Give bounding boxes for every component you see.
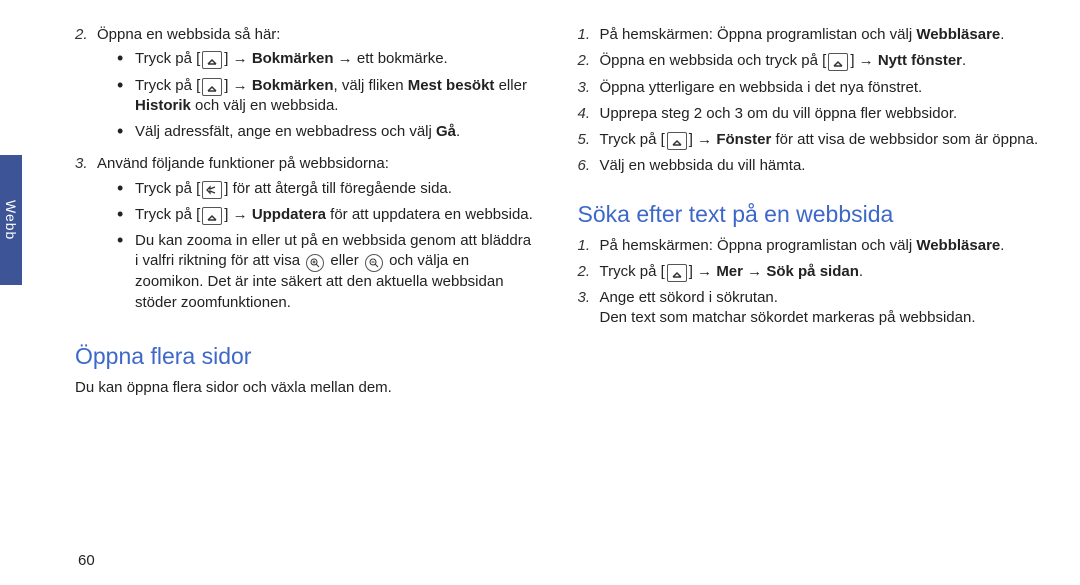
open-multiple-intro: Du kan öppna flera sidor och växla mella… bbox=[75, 378, 538, 398]
right-step-3: 3. Öppna ytterligare en webbsida i det n… bbox=[578, 78, 1041, 98]
side-tab: Webb bbox=[0, 155, 22, 285]
menu-icon bbox=[202, 207, 222, 225]
bullet-bookmarks-1: Tryck på [] → Bokmärken → ett bokmärke. bbox=[117, 49, 538, 69]
num-2: 2 bbox=[75, 26, 83, 43]
back-icon bbox=[202, 181, 222, 199]
content-columns: 2. Öppna en webbsida så här: Tryck på []… bbox=[75, 25, 1040, 406]
right-step-5: 5. Tryck på [] → Fönster för att visa de… bbox=[578, 130, 1041, 150]
search-step-1: 1. På hemskärmen: Öppna programlistan oc… bbox=[578, 236, 1041, 256]
zoom-out-icon bbox=[365, 254, 383, 272]
right-step-2: 2. Öppna en webbsida och tryck på [] → N… bbox=[578, 51, 1041, 71]
heading-search-text: Söka efter text på en webbsida bbox=[578, 199, 1041, 230]
step3-lead: Använd följande funktioner på webbsidorn… bbox=[97, 155, 389, 172]
num-3: 3 bbox=[75, 155, 83, 172]
menu-icon bbox=[667, 132, 687, 150]
right-column: 1. På hemskärmen: Öppna programlistan oc… bbox=[578, 25, 1041, 406]
step2-lead: Öppna en webbsida så här: bbox=[97, 26, 280, 43]
menu-icon bbox=[202, 51, 222, 69]
bullet-bookmarks-2: Tryck på [] → Bokmärken, välj fliken Mes… bbox=[117, 76, 538, 117]
menu-icon bbox=[202, 78, 222, 96]
zoom-in-icon bbox=[306, 254, 324, 272]
page-number: 60 bbox=[78, 552, 95, 569]
left-step-3: 3. Använd följande funktioner på webbsid… bbox=[75, 154, 538, 319]
right-step-1: 1. På hemskärmen: Öppna programlistan oc… bbox=[578, 25, 1041, 45]
search-step-2: 2. Tryck på [] → Mer → Sök på sidan. bbox=[578, 262, 1041, 282]
left-step-2: 2. Öppna en webbsida så här: Tryck på []… bbox=[75, 25, 538, 148]
search-step-3: 3. Ange ett sökord i sökrutan.Den text s… bbox=[578, 288, 1041, 329]
left-column: 2. Öppna en webbsida så här: Tryck på []… bbox=[75, 25, 538, 406]
bullet-address: Välj adressfält, ange en webbadress och … bbox=[117, 122, 538, 142]
bullet-back: Tryck på [] för att återgå till föregåen… bbox=[117, 179, 538, 199]
heading-open-multiple: Öppna flera sidor bbox=[75, 341, 538, 372]
right-step-4: 4. Upprepa steg 2 och 3 om du vill öppna… bbox=[578, 104, 1041, 124]
right-step-6: 6. Välj en webbsida du vill hämta. bbox=[578, 156, 1041, 176]
bullet-refresh: Tryck på [] → Uppdatera för att uppdater… bbox=[117, 205, 538, 225]
menu-icon bbox=[667, 264, 687, 282]
menu-icon bbox=[828, 53, 848, 71]
bullet-zoom: Du kan zooma in eller ut på en webbsida … bbox=[117, 231, 538, 313]
